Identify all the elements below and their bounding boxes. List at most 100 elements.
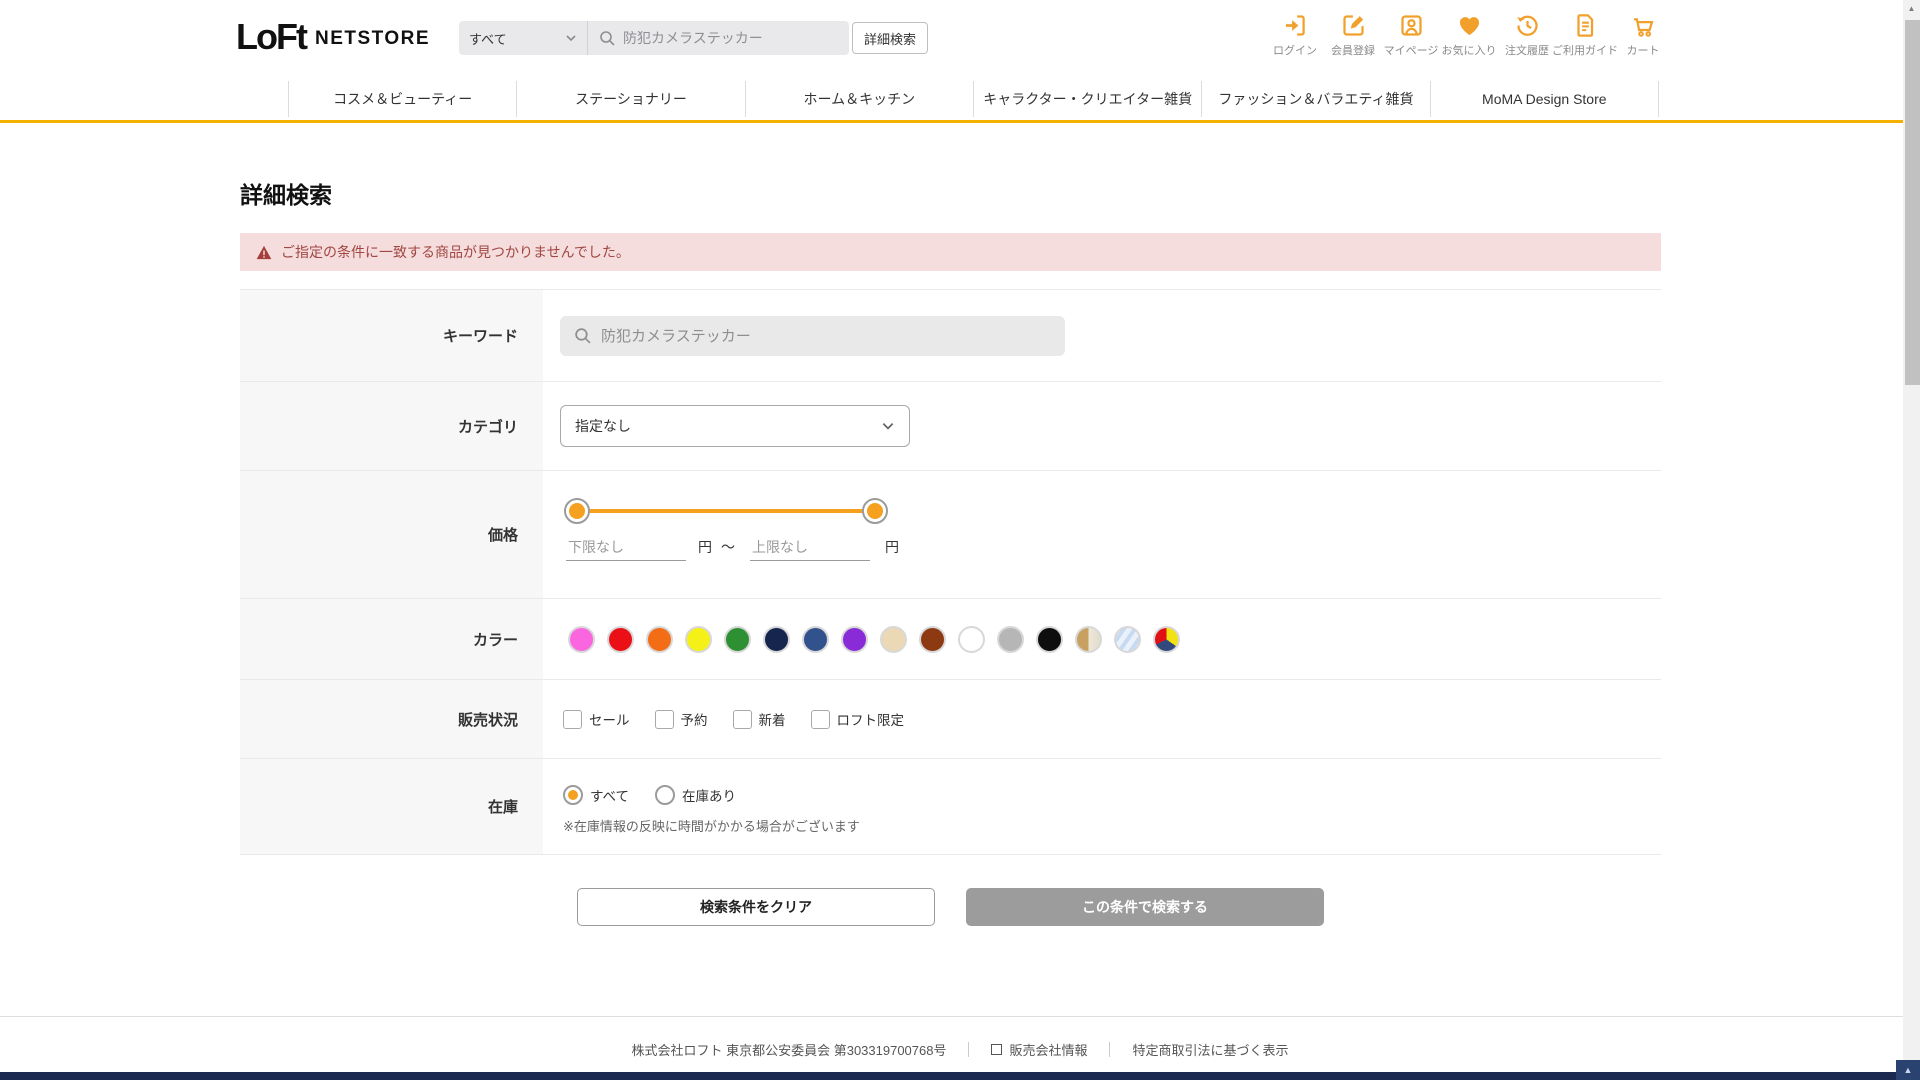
detail-search-button[interactable]: 詳細検索	[852, 22, 928, 54]
color-swatch-brown[interactable]	[919, 626, 946, 653]
footer-company-text: 株式会社ロフト 東京都公安委員会 第303319700768号	[631, 1040, 946, 1059]
stock-option-0[interactable]: すべて	[563, 785, 629, 805]
cart-icon	[1630, 12, 1657, 39]
color-swatch-beige[interactable]	[880, 626, 907, 653]
nav-item-4[interactable]: ファッション＆バラエティ雑貨	[1201, 81, 1429, 117]
checkbox-label: 予約	[681, 709, 708, 729]
checkbox-label: ロフト限定	[837, 709, 905, 729]
radio-label: 在庫あり	[682, 785, 736, 805]
price-max-unit: 円	[885, 537, 899, 561]
price-max-input[interactable]	[750, 537, 870, 561]
order-history-button[interactable]: 注文履歴	[1498, 12, 1556, 58]
cart-label: カート	[1627, 42, 1660, 58]
color-swatch-pink[interactable]	[568, 626, 595, 653]
price-slider-max-handle[interactable]	[862, 498, 888, 524]
color-swatch-multicolor[interactable]	[1153, 626, 1180, 653]
stock-option-1[interactable]: 在庫あり	[655, 785, 736, 805]
sales-option-3[interactable]: ロフト限定	[811, 709, 905, 729]
nav-item-5[interactable]: MoMA Design Store	[1430, 81, 1659, 117]
guide-label: ご利用ガイド	[1552, 42, 1618, 58]
search-input-wrap	[588, 21, 849, 55]
price-range-slider	[564, 498, 888, 524]
category-select[interactable]: 指定なし	[560, 405, 910, 447]
radio-icon[interactable]	[563, 785, 583, 805]
favorites-label: お気に入り	[1442, 42, 1497, 58]
color-swatch-blue[interactable]	[802, 626, 829, 653]
footer-divider	[0, 1016, 1920, 1017]
cart-button[interactable]: カート	[1614, 12, 1672, 58]
color-swatch-navy[interactable]	[763, 626, 790, 653]
header: LoFt NETSTORE すべて 詳細検索 ログイン 会員登録	[0, 0, 1920, 75]
color-swatch-white[interactable]	[958, 626, 985, 653]
color-swatch-purple[interactable]	[841, 626, 868, 653]
sales-option-2[interactable]: 新着	[733, 709, 786, 729]
footer: 株式会社ロフト 東京都公安委員会 第303319700768号 販売会社情報 特…	[0, 1040, 1920, 1059]
clear-conditions-button[interactable]: 検索条件をクリア	[577, 888, 935, 926]
favorites-button[interactable]: お気に入り	[1440, 12, 1498, 58]
sales-option-0[interactable]: セール	[563, 709, 630, 729]
search-submit-button[interactable]: この条件で検索する	[966, 888, 1324, 926]
no-results-alert-text: ご指定の条件に一致する商品が見つかりませんでした。	[281, 242, 630, 262]
register-button[interactable]: 会員登録	[1324, 12, 1382, 58]
price-slider-track	[570, 509, 882, 513]
login-button[interactable]: ログイン	[1266, 12, 1324, 58]
color-swatch-yellow[interactable]	[685, 626, 712, 653]
chevron-down-icon	[881, 419, 895, 433]
checkbox-label: 新着	[759, 709, 786, 729]
mypage-icon	[1398, 12, 1425, 39]
footer-law-label: 特定商取引法に基づく表示	[1132, 1040, 1288, 1059]
keyword-row: キーワード	[240, 289, 1661, 381]
keyword-label: キーワード	[240, 290, 543, 381]
search-form: キーワード カテゴリ 指定なし 価格	[240, 289, 1661, 855]
nav-item-1[interactable]: ステーショナリー	[516, 81, 744, 117]
footer-separator	[1109, 1042, 1110, 1057]
radio-icon[interactable]	[655, 785, 675, 805]
color-swatch-orange[interactable]	[646, 626, 673, 653]
checkbox-icon[interactable]	[811, 710, 830, 729]
nav-item-0[interactable]: コスメ＆ビューティー	[288, 81, 516, 117]
price-tilde: ～	[721, 537, 735, 561]
price-inputs: 円 ～ 円	[560, 537, 1661, 561]
price-slider-min-handle[interactable]	[564, 498, 590, 524]
stock-row: 在庫 すべて 在庫あり ※在庫情報の反映に時間がかかる場合がございます	[240, 758, 1661, 854]
scrollbar-up-arrow[interactable]: ▲	[1903, 4, 1920, 13]
page: LoFt NETSTORE すべて 詳細検索 ログイン 会員登録	[0, 0, 1920, 1080]
loft-logo[interactable]: LoFt NETSTORE	[236, 16, 430, 58]
stock-label: 在庫	[240, 759, 543, 854]
checkbox-icon[interactable]	[563, 710, 582, 729]
color-swatch-black[interactable]	[1036, 626, 1063, 653]
keyword-input[interactable]	[601, 327, 1051, 344]
guide-button[interactable]: ご利用ガイド	[1556, 12, 1614, 58]
color-label: カラー	[240, 599, 543, 679]
search-category-value: すべて	[469, 29, 507, 48]
search-category-select[interactable]: すべて	[459, 21, 588, 55]
login-icon	[1282, 12, 1309, 39]
sales-option-1[interactable]: 予約	[655, 709, 708, 729]
header-search-input[interactable]	[623, 30, 838, 46]
scrollbar[interactable]: ▲	[1903, 0, 1920, 1060]
scrollbar-thumb[interactable]	[1905, 20, 1920, 385]
price-min-input[interactable]	[566, 537, 686, 561]
color-swatch-red[interactable]	[607, 626, 634, 653]
page-title: 詳細検索	[240, 176, 332, 210]
footer-seller-info-link[interactable]: 販売会社情報	[991, 1040, 1087, 1059]
color-swatch-gray[interactable]	[997, 626, 1024, 653]
mypage-button[interactable]: マイページ	[1382, 12, 1440, 58]
color-swatch-clear[interactable]	[1114, 626, 1141, 653]
checkbox-icon[interactable]	[733, 710, 752, 729]
register-icon	[1340, 12, 1367, 39]
nav-item-2[interactable]: ホーム＆キッチン	[745, 81, 973, 117]
external-window-icon	[991, 1044, 1002, 1055]
footer-law-link[interactable]: 特定商取引法に基づく表示	[1132, 1040, 1288, 1059]
price-min-unit: 円	[698, 537, 712, 561]
checkbox-icon[interactable]	[655, 710, 674, 729]
search-icon	[574, 327, 591, 344]
color-swatch-gold[interactable]	[1075, 626, 1102, 653]
color-swatch-green[interactable]	[724, 626, 751, 653]
stock-note: ※在庫情報の反映に時間がかかる場合がございます	[560, 816, 1661, 835]
nav-item-3[interactable]: キャラクター・クリエイター雑貨	[973, 81, 1201, 117]
footer-separator	[968, 1042, 969, 1057]
order-history-icon	[1514, 12, 1541, 39]
page-top-button[interactable]: ▲	[1896, 1060, 1920, 1080]
price-row: 価格 円 ～ 円	[240, 470, 1661, 598]
